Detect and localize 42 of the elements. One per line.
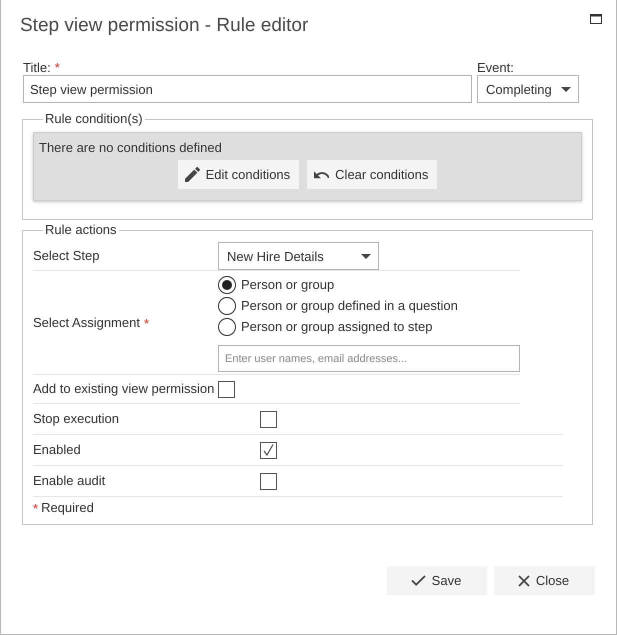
radio-label[interactable]: Person or group assigned to step [241,318,433,334]
field-label: Event: [477,60,514,75]
edit-conditions-button[interactable]: Edit conditions [178,160,300,189]
radio-label[interactable]: Person or group defined in a question [241,298,458,314]
checkbox[interactable] [260,410,277,428]
radio-button[interactable] [218,296,236,314]
maximize-icon[interactable] [590,14,602,24]
required-mark: * [33,500,38,516]
field-label: Select Assignment [33,315,140,331]
save-button[interactable]: Save [387,566,487,595]
checkmark-icon [263,444,274,456]
required-mark: * [54,60,60,75]
radio-button[interactable] [218,276,236,294]
section-legend: Rule actions [43,222,119,238]
checkbox[interactable] [260,472,277,490]
close-icon [518,574,530,586]
caret-icon [561,86,571,92]
required-mark: * [144,316,150,330]
field-label: Enabled [33,442,81,458]
pencil-icon [184,167,200,182]
close-button[interactable]: Close [494,566,595,595]
field-label: Enable audit [33,473,106,489]
check-icon [410,575,426,586]
step-dropdown[interactable]: New Hire Details [218,242,379,270]
event-dropdown[interactable]: Completing [477,75,579,103]
radio-label[interactable]: Person or group [241,276,334,292]
field-label: Select Step [33,248,100,264]
section-legend: Rule condition(s) [43,111,145,127]
title-input[interactable]: Step view permission [23,75,472,103]
required-note: Required [41,500,94,516]
undo-arrow-icon [314,170,330,180]
field-label: Title: [23,60,51,75]
checkbox[interactable] [260,442,277,458]
window-title: Step view permission - Rule editor [20,14,308,38]
field-label: Add to existing view permission [33,381,214,397]
empty-conditions-message: There are no conditions defined [39,140,223,156]
field-label: Stop execution [33,411,120,427]
radio-button[interactable] [218,318,236,336]
clear-conditions-button[interactable]: Clear conditions [307,160,438,189]
user-search-field[interactable]: Enter user names, email addresses... [218,345,520,372]
caret-icon [361,254,371,258]
checkbox[interactable] [218,380,235,398]
